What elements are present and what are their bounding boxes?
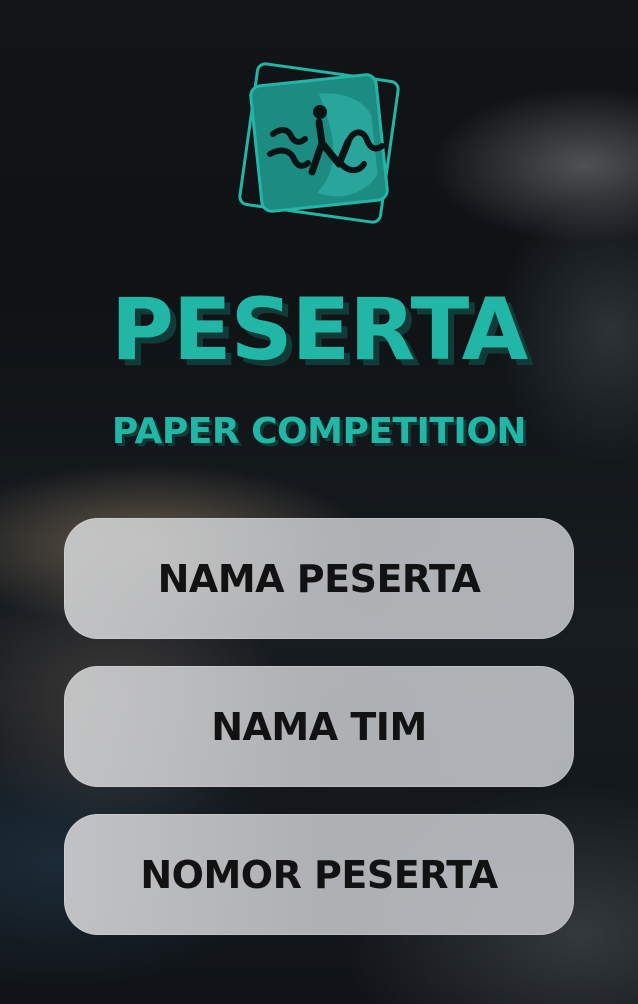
participant-name-label: NAMA PESERTA — [157, 556, 481, 601]
event-logo-icon — [236, 60, 402, 226]
participant-number-label: NOMOR PESERTA — [140, 852, 498, 897]
participant-name-button[interactable]: NAMA PESERTA — [64, 518, 574, 639]
page-title: PESERTA — [110, 280, 528, 380]
team-name-label: NAMA TIM — [211, 704, 427, 749]
participant-number-button[interactable]: NOMOR PESERTA — [64, 814, 574, 935]
team-name-button[interactable]: NAMA TIM — [64, 666, 574, 787]
page-subtitle: PAPER COMPETITION — [111, 411, 527, 452]
